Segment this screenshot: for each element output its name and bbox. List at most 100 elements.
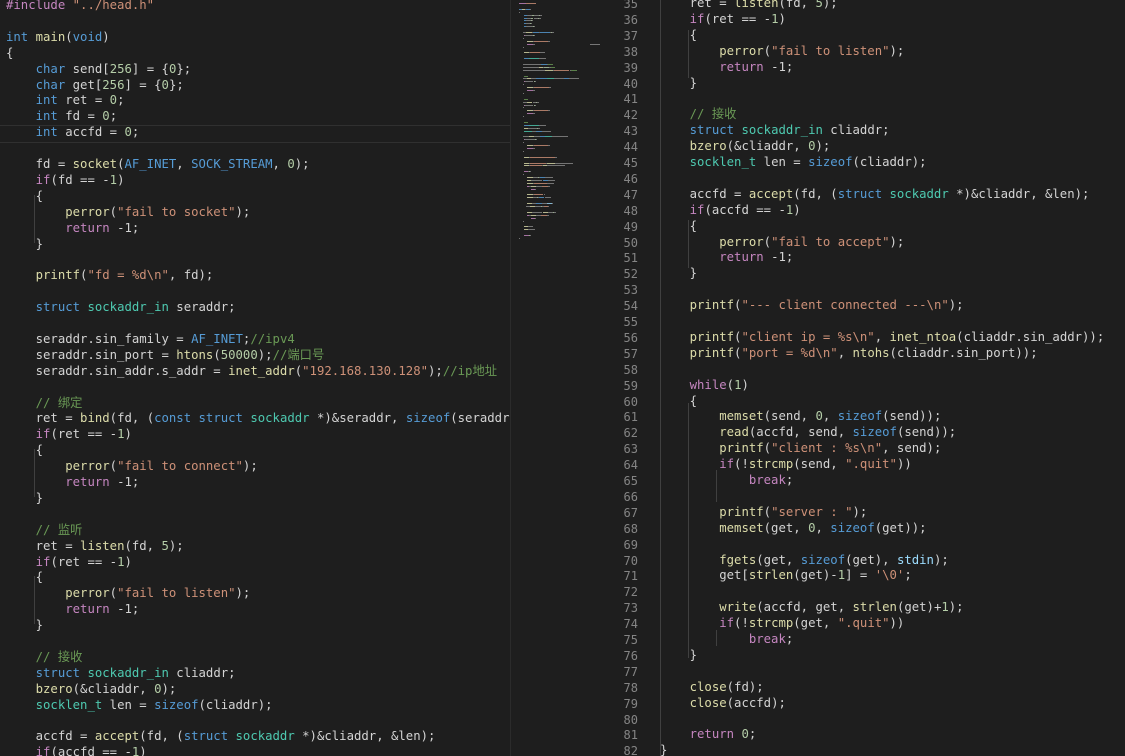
minimap-line xyxy=(545,177,553,178)
code-line[interactable]: // 监听 xyxy=(6,523,83,539)
code-line[interactable]: if(!strcmp(get, ".quit")) xyxy=(660,616,904,632)
split-divider[interactable] xyxy=(590,0,600,756)
code-line[interactable]: if(!strcmp(send, ".quit")) xyxy=(660,457,912,473)
code-line[interactable]: { xyxy=(6,443,43,459)
code-line[interactable]: { xyxy=(660,28,697,44)
code-line[interactable]: printf("port = %d\n", ntohs(cliaddr.sin_… xyxy=(660,346,1038,362)
code-token: printf xyxy=(719,504,764,519)
code-line[interactable]: get[strlen(get)-1] = '\0'; xyxy=(660,568,912,584)
left-code-area[interactable]: #include "../head.h" int main(void){ char… xyxy=(6,0,510,756)
code-line[interactable]: int accfd = 0; xyxy=(6,125,140,141)
code-line[interactable]: printf("server : "); xyxy=(660,505,867,521)
code-line[interactable]: fgets(get, sizeof(get), stdin); xyxy=(660,553,949,569)
code-line[interactable]: // 接收 xyxy=(6,650,83,666)
code-line[interactable]: memset(get, 0, sizeof(get)); xyxy=(660,521,926,537)
code-line[interactable]: } xyxy=(6,237,43,253)
code-line[interactable]: close(fd); xyxy=(660,680,764,696)
code-line[interactable]: { xyxy=(660,394,697,410)
code-line[interactable]: ret = bind(fd, (const struct sockaddr *)… xyxy=(6,411,510,427)
code-line[interactable]: return 0; xyxy=(660,727,757,743)
code-line[interactable]: } xyxy=(660,743,667,756)
code-line[interactable]: } xyxy=(660,266,697,282)
line-number: 43 xyxy=(623,124,638,139)
code-line[interactable]: char send[256] = {0}; xyxy=(6,62,192,78)
line-number: 80 xyxy=(623,712,638,727)
code-line[interactable]: printf("--- client connected ---\n"); xyxy=(660,298,964,314)
code-token: ( xyxy=(726,377,735,392)
code-line[interactable]: // 绑定 xyxy=(6,396,83,412)
code-line[interactable]: int ret = 0; xyxy=(6,93,125,109)
code-line[interactable]: if(accfd == -1) xyxy=(6,745,147,756)
minimap-line xyxy=(528,226,533,228)
code-line[interactable]: seraddr.sin_port = htons(50000);//端口号 xyxy=(6,348,325,364)
code-token: (cliaddr.sin_port)); xyxy=(889,345,1038,360)
code-line[interactable]: ret = listen(fd, 5); xyxy=(6,539,184,555)
code-line[interactable]: } xyxy=(660,76,697,92)
code-line[interactable]: } xyxy=(6,491,43,507)
code-line[interactable]: bzero(&cliaddr, 0); xyxy=(660,139,831,155)
code-line[interactable]: printf("client : %s\n", send); xyxy=(660,441,941,457)
code-line[interactable]: seraddr.sin_addr.s_addr = inet_addr("192… xyxy=(6,364,497,380)
code-token: sizeof xyxy=(837,409,883,424)
code-line[interactable]: break; xyxy=(660,473,793,489)
code-token: ( xyxy=(109,204,118,219)
code-line[interactable]: { xyxy=(6,189,43,205)
code-line[interactable]: int fd = 0; xyxy=(6,109,117,125)
minimap-line xyxy=(529,124,539,126)
code-line[interactable]: int main(void) xyxy=(6,30,110,46)
minimap[interactable] xyxy=(510,0,592,756)
code-line[interactable]: if(ret == -1) xyxy=(6,555,132,571)
code-line[interactable]: ret = listen(fd, 5); xyxy=(660,0,838,12)
code-line[interactable]: printf("client ip = %s\n", inet_ntoa(cli… xyxy=(660,330,1105,346)
code-line[interactable]: #include "../head.h" xyxy=(6,0,154,14)
code-line[interactable]: if(fd == -1) xyxy=(6,173,125,189)
code-line[interactable]: perror("fail to listen"); xyxy=(6,586,250,602)
code-line[interactable]: { xyxy=(6,570,43,586)
code-line[interactable]: if(ret == -1) xyxy=(660,12,786,28)
code-line[interactable]: struct sockaddr_in seraddr; xyxy=(6,300,236,316)
code-line[interactable]: return -1; xyxy=(6,475,139,491)
code-token: ( xyxy=(109,586,118,601)
code-line[interactable]: socklen_t len = sizeof(cliaddr); xyxy=(6,698,273,714)
code-line[interactable]: socklen_t len = sizeof(cliaddr); xyxy=(660,155,927,171)
code-line[interactable]: // 接收 xyxy=(660,107,737,123)
code-line[interactable]: accfd = accept(fd, (struct sockaddr *)&c… xyxy=(660,187,1090,203)
code-line[interactable]: memset(send, 0, sizeof(send)); xyxy=(660,409,941,425)
right-editor-pane[interactable]: 35 36 37 38 39 40 41 42 43 44 45 46 47 48 49 50 51 52 53 54… xyxy=(600,0,1125,756)
code-line[interactable]: read(accfd, send, sizeof(send)); xyxy=(660,425,956,441)
code-line[interactable]: } xyxy=(660,648,697,664)
code-line[interactable]: perror("fail to accept"); xyxy=(660,235,904,251)
code-line[interactable]: struct sockaddr_in cliaddr; xyxy=(660,123,890,139)
code-line[interactable]: perror("fail to socket"); xyxy=(6,205,250,221)
code-line[interactable]: } xyxy=(6,618,43,634)
code-line[interactable]: perror("fail to listen"); xyxy=(660,44,904,60)
code-line[interactable]: write(accfd, get, strlen(get)+1); xyxy=(660,600,963,616)
minimap-line xyxy=(541,130,551,132)
code-line[interactable]: seraddr.sin_family = AF_INET;//ipv4 xyxy=(6,332,295,348)
code-line[interactable]: { xyxy=(6,46,13,62)
code-line[interactable]: while(1) xyxy=(660,378,749,394)
code-line[interactable]: char get[256] = {0}; xyxy=(6,78,184,94)
code-line[interactable]: bzero(&cliaddr, 0); xyxy=(6,682,177,698)
code-line[interactable]: break; xyxy=(660,632,793,648)
code-line[interactable]: struct sockaddr_in cliaddr; xyxy=(6,666,236,682)
code-line[interactable]: fd = socket(AF_INET, SOCK_STREAM, 0); xyxy=(6,157,310,173)
code-line[interactable]: printf("fd = %d\n", fd); xyxy=(6,268,214,284)
code-token: strcmp xyxy=(748,616,794,631)
right-code-area[interactable]: ret = listen(fd, 5); if(ret == -1) { per… xyxy=(660,0,1125,756)
code-line[interactable]: accfd = accept(fd, (struct sockaddr *)&c… xyxy=(6,729,436,745)
left-editor-pane[interactable]: #include "../head.h" int main(void){ char… xyxy=(0,0,510,756)
code-line[interactable]: return -1; xyxy=(6,221,139,237)
code-token: "fail to listen" xyxy=(117,586,236,601)
line-number: 63 xyxy=(623,442,638,457)
code-line[interactable]: if(ret == -1) xyxy=(6,427,132,443)
code-line[interactable]: return -1; xyxy=(660,60,793,76)
code-line[interactable]: if(accfd == -1) xyxy=(660,203,801,219)
code-token: printf xyxy=(689,345,735,360)
code-line[interactable]: close(accfd); xyxy=(660,696,786,712)
code-line[interactable]: return -1; xyxy=(6,602,139,618)
code-line[interactable]: return -1; xyxy=(660,250,793,266)
code-line[interactable]: { xyxy=(660,219,697,235)
minimap-line xyxy=(534,81,536,83)
code-line[interactable]: perror("fail to connect"); xyxy=(6,459,258,475)
